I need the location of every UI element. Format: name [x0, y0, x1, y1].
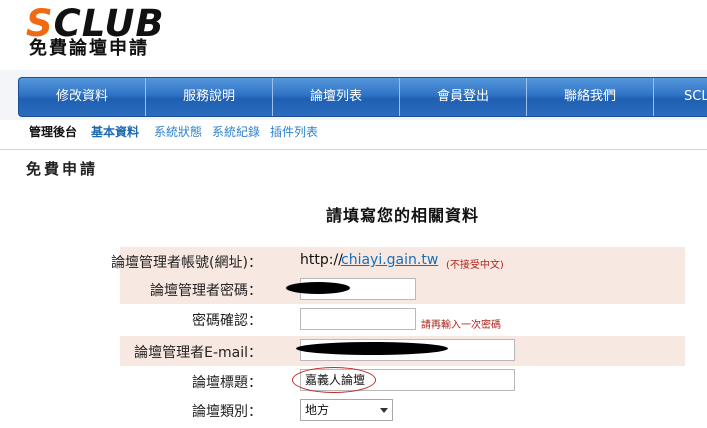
nav-item-sclub[interactable]: SCL: [654, 78, 707, 116]
account-note: (不接受中文): [446, 260, 504, 271]
confirm-password-field[interactable]: [300, 308, 416, 330]
page-title: 免費申請: [26, 160, 99, 178]
sub-nav: 管理後台 基本資料 系統狀態 系統紀錄 插件列表: [0, 120, 707, 150]
email-label: 論壇管理者E-mail：: [134, 345, 262, 361]
forum-type-select[interactable]: 地方: [300, 399, 393, 421]
email-row: 論壇管理者E-mail：: [120, 336, 685, 366]
redaction-mark: [286, 282, 350, 294]
form-title: 請填寫您的相關資料: [325, 206, 479, 225]
nav-item-edit-profile[interactable]: 修改資料: [19, 78, 146, 116]
chevron-down-icon: [380, 408, 388, 413]
nav-item-forum-list[interactable]: 論壇列表: [273, 78, 400, 116]
url-prefix: http://: [300, 252, 343, 268]
subnav-basic-info[interactable]: 基本資料: [91, 124, 139, 140]
nav-item-service-info[interactable]: 服務說明: [146, 78, 273, 116]
password-label: 論壇管理者密碼：: [150, 283, 262, 299]
confirm-password-note: 請再輸入一次密碼: [421, 320, 501, 331]
forum-type-row: 論壇類別： 地方: [120, 396, 685, 428]
forum-type-label: 論壇類別：: [192, 404, 262, 420]
subnav-system-log[interactable]: 系統紀錄: [212, 124, 260, 140]
forum-title-row: 論壇標題： 嘉義人論壇: [120, 366, 685, 396]
forum-title-label: 論壇標題：: [192, 375, 262, 391]
confirm-password-row: 密碼確認： 請再輸入一次密碼: [120, 304, 685, 336]
nav-item-contact-us[interactable]: 聯絡我們: [527, 78, 654, 116]
redaction-mark: [296, 342, 448, 355]
subnav-admin-panel[interactable]: 管理後台: [29, 124, 77, 140]
main-nav: 修改資料 服務說明 論壇列表 會員登出 聯絡我們 SCL: [18, 77, 707, 117]
logo-subtitle: 免費論壇申請: [29, 38, 149, 59]
account-row: 論壇管理者帳號(網址)： http:// chiayi.gain.tw (不接受…: [111, 247, 685, 274]
forum-url-link[interactable]: chiayi.gain.tw: [341, 252, 438, 268]
subnav-plugin-list[interactable]: 插件列表: [270, 124, 318, 140]
main-nav-bar: 修改資料 服務說明 論壇列表 會員登出 聯絡我們 SCL: [0, 70, 707, 120]
account-label: 論壇管理者帳號(網址)：: [111, 255, 262, 271]
subnav-system-status[interactable]: 系統狀態: [154, 124, 202, 140]
confirm-password-label: 密碼確認：: [192, 313, 262, 329]
highlight-circle: [292, 367, 376, 393]
forum-type-selected: 地方: [305, 403, 330, 417]
nav-item-logout[interactable]: 會員登出: [400, 78, 527, 116]
password-row: 論壇管理者密碼：: [120, 274, 685, 304]
